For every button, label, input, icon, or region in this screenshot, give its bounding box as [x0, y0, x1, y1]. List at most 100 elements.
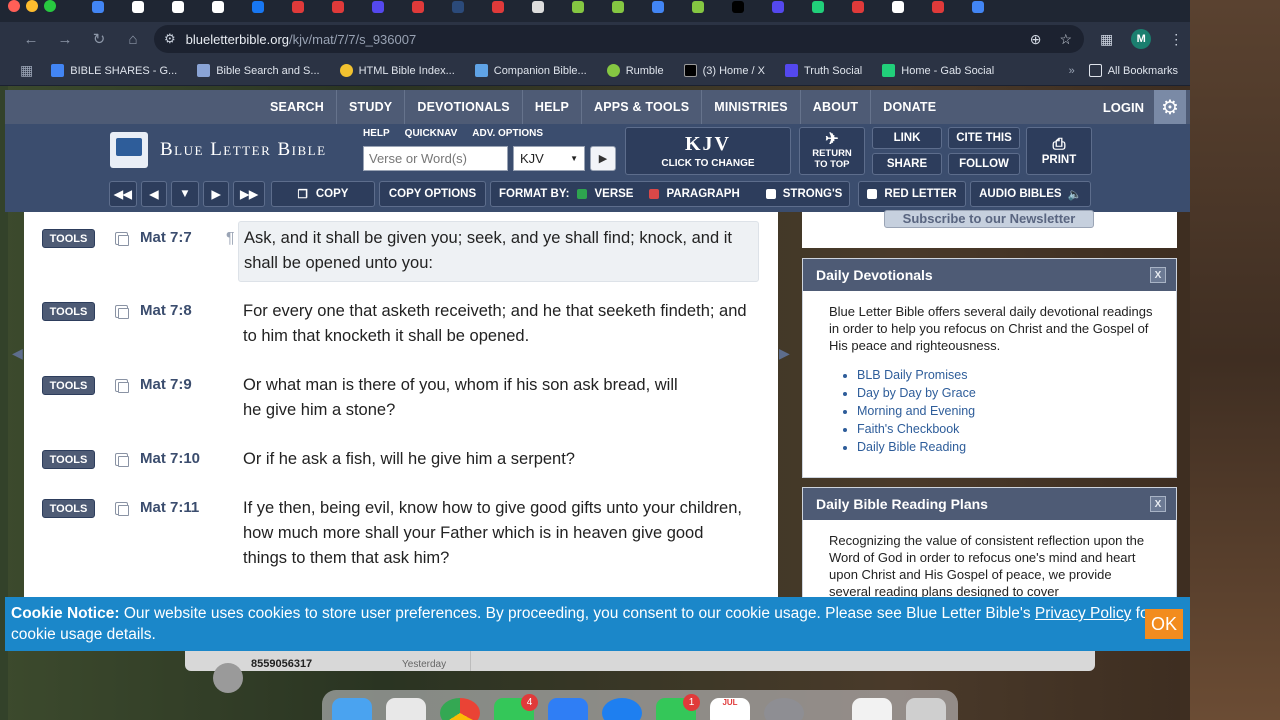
bookmark-item[interactable]: Home - Gab Social: [882, 64, 994, 77]
tab[interactable]: [892, 1, 904, 13]
paragraph-format-checkbox[interactable]: [649, 189, 660, 199]
site-settings-icon[interactable]: ⚙: [164, 31, 176, 47]
tab[interactable]: [612, 1, 624, 13]
next-chapter-button[interactable]: ▶: [203, 181, 229, 207]
tools-button[interactable]: TOOLS: [42, 302, 95, 321]
verse-reference[interactable]: Mat 7:11: [140, 499, 199, 516]
verse-search-input[interactable]: [363, 146, 508, 171]
mail-icon[interactable]: [548, 698, 588, 720]
tab[interactable]: [572, 1, 584, 13]
profile-avatar[interactable]: M: [1131, 29, 1152, 49]
tools-button[interactable]: TOOLS: [42, 229, 95, 248]
system-settings-icon[interactable]: [764, 698, 804, 720]
home-icon[interactable]: ⌂: [116, 31, 150, 48]
tools-button[interactable]: TOOLS: [42, 499, 95, 518]
paragraph-format-label[interactable]: PARAGRAPH: [666, 188, 739, 200]
tab[interactable]: [172, 1, 184, 13]
copy-verse-icon[interactable]: [115, 232, 129, 246]
first-chapter-button[interactable]: ◀◀: [109, 181, 137, 207]
verse-format-label[interactable]: VERSE: [594, 188, 633, 200]
strongs-label[interactable]: STRONG'S: [783, 188, 843, 200]
cite-this-button[interactable]: CITE THIS: [948, 127, 1020, 149]
tools-button[interactable]: TOOLS: [42, 376, 95, 395]
tab[interactable]: [732, 1, 744, 13]
devotional-link[interactable]: Daily Bible Reading: [857, 438, 1156, 456]
audio-bibles-button[interactable]: AUDIO BIBLES 🔈: [970, 181, 1091, 207]
tab-close-icon[interactable]: [132, 1, 144, 13]
launchpad-icon[interactable]: [386, 698, 426, 720]
cookie-ok-button[interactable]: OK: [1145, 609, 1183, 639]
tab[interactable]: [412, 1, 424, 13]
bookmark-item[interactable]: Rumble: [606, 64, 664, 77]
last-chapter-button[interactable]: ▶▶: [233, 181, 265, 207]
collapse-right-arrow-icon[interactable]: ▶: [779, 345, 790, 362]
tab[interactable]: [92, 1, 104, 13]
tools-button[interactable]: TOOLS: [42, 450, 95, 469]
minimize-window-button[interactable]: [26, 0, 38, 12]
chrome-icon[interactable]: [440, 698, 480, 720]
tab[interactable]: [492, 1, 504, 13]
contact-number[interactable]: 8559056317: [251, 658, 312, 670]
subscribe-newsletter-button[interactable]: Subscribe to our Newsletter: [884, 210, 1094, 228]
more-menu-icon[interactable]: ⋮: [1169, 31, 1183, 48]
verse-reference[interactable]: Mat 7:10: [140, 450, 200, 467]
copy-verse-icon[interactable]: [115, 305, 129, 319]
version-change-button[interactable]: KJV CLICK TO CHANGE: [625, 127, 791, 175]
search-go-button[interactable]: ▶: [590, 146, 616, 171]
tab[interactable]: [372, 1, 384, 13]
close-icon[interactable]: X: [1150, 496, 1166, 512]
calendar-icon[interactable]: JUL: [710, 698, 750, 720]
bookmark-item[interactable]: Truth Social: [784, 64, 862, 77]
tab[interactable]: [812, 1, 824, 13]
document-icon[interactable]: [852, 698, 892, 720]
link-button[interactable]: LINK: [872, 127, 942, 149]
red-letter-toggle[interactable]: RED LETTER: [858, 181, 966, 207]
collapse-left-arrow-icon[interactable]: ◀: [12, 345, 23, 362]
tab-search-icon[interactable]: ▦: [1100, 31, 1113, 48]
nav-donate[interactable]: DONATE: [870, 90, 948, 124]
tab[interactable]: [932, 1, 944, 13]
adv-options-link[interactable]: ADV. OPTIONS: [472, 128, 543, 139]
devotional-link[interactable]: Day by Day by Grace: [857, 384, 1156, 402]
previous-chapter-button[interactable]: ◀: [141, 181, 167, 207]
nav-devotionals[interactable]: DEVOTIONALS: [404, 90, 521, 124]
bookmark-star-icon[interactable]: ☆: [1059, 31, 1072, 48]
close-icon[interactable]: X: [1150, 267, 1166, 283]
nav-apps-tools[interactable]: APPS & TOOLS: [580, 90, 701, 124]
close-window-button[interactable]: [8, 0, 20, 12]
tab[interactable]: [332, 1, 344, 13]
devotional-link[interactable]: Faith's Checkbook: [857, 420, 1156, 438]
zoom-window-button[interactable]: [44, 0, 56, 12]
devotional-link[interactable]: BLB Daily Promises: [857, 366, 1156, 384]
all-bookmarks-button[interactable]: All Bookmarks: [1088, 64, 1178, 77]
bookmark-item[interactable]: HTML Bible Index...: [339, 64, 455, 77]
tab[interactable]: [692, 1, 704, 13]
reload-icon[interactable]: ↻: [82, 30, 116, 48]
nav-about[interactable]: ABOUT: [799, 90, 870, 124]
apps-grid-icon[interactable]: ▦: [20, 62, 33, 79]
address-bar[interactable]: ⚙ blueletterbible.org/kjv/mat/7/7/s_9360…: [154, 25, 1084, 53]
tab[interactable]: [252, 1, 264, 13]
tab[interactable]: [292, 1, 304, 13]
bookmark-item[interactable]: BIBLE SHARES - G...: [51, 64, 177, 77]
devotional-link[interactable]: Morning and Evening: [857, 402, 1156, 420]
verse-reference[interactable]: Mat 7:9: [140, 376, 192, 393]
back-arrow-icon[interactable]: ←: [14, 31, 48, 48]
tab[interactable]: [452, 1, 464, 13]
bookmark-item[interactable]: Companion Bible...: [474, 64, 587, 77]
nav-search[interactable]: SEARCH: [258, 90, 336, 124]
trash-icon[interactable]: [906, 698, 946, 720]
chapter-dropdown-button[interactable]: ▼: [171, 181, 199, 207]
print-button[interactable]: ⎙ PRINT: [1026, 127, 1092, 175]
nav-study[interactable]: STUDY: [335, 90, 404, 124]
copy-verse-icon[interactable]: [115, 453, 129, 467]
help-link[interactable]: HELP: [363, 128, 390, 139]
bookmark-item[interactable]: (3) Home / X: [683, 64, 765, 77]
tab[interactable]: [772, 1, 784, 13]
copy-verse-icon[interactable]: [115, 502, 129, 516]
nav-help[interactable]: HELP: [521, 90, 581, 124]
zoom-icon[interactable]: ⊕: [1030, 31, 1042, 48]
tab[interactable]: [852, 1, 864, 13]
tab[interactable]: [652, 1, 664, 13]
tab[interactable]: [972, 1, 984, 13]
